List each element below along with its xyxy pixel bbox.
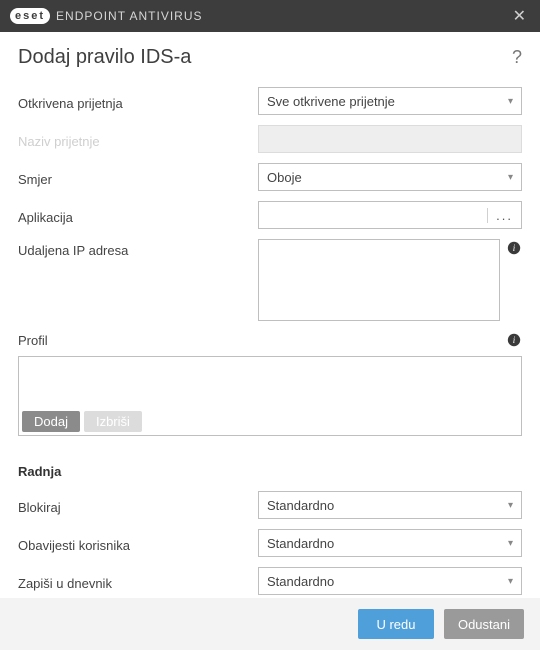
log-select[interactable]: Standardno ▾ <box>258 567 522 595</box>
remote-ip-label: Udaljena IP adresa <box>18 239 258 258</box>
notify-select-value: Standardno <box>267 536 334 551</box>
block-select[interactable]: Standardno ▾ <box>258 491 522 519</box>
titlebar: eset ENDPOINT ANTIVIRUS ✕ <box>0 0 540 32</box>
direction-select[interactable]: Oboje ▾ <box>258 163 522 191</box>
block-label: Blokiraj <box>18 496 258 515</box>
info-icon[interactable]: i <box>506 239 522 321</box>
profile-label: Profil <box>18 333 506 348</box>
dialog-content: Dodaj pravilo IDS-a ? Otkrivena prijetnj… <box>0 32 540 595</box>
threat-select-value: Sve otkrivene prijetnje <box>267 94 395 109</box>
cancel-button[interactable]: Odustani <box>444 609 524 639</box>
app-name: ENDPOINT ANTIVIRUS <box>56 9 202 23</box>
application-input[interactable]: ... <box>258 201 522 229</box>
chevron-down-icon: ▾ <box>508 500 513 511</box>
notify-label: Obavijesti korisnika <box>18 534 258 553</box>
brand-logo: eset ENDPOINT ANTIVIRUS <box>10 8 203 24</box>
action-section-title: Radnja <box>18 464 522 479</box>
profile-add-button[interactable]: Dodaj <box>22 411 80 432</box>
chevron-down-icon: ▾ <box>508 172 513 183</box>
info-icon[interactable]: i <box>506 331 522 350</box>
block-select-value: Standardno <box>267 498 334 513</box>
threat-select[interactable]: Sve otkrivene prijetnje ▾ <box>258 87 522 115</box>
direction-label: Smjer <box>18 168 258 187</box>
chevron-down-icon: ▾ <box>508 538 513 549</box>
profile-listbox[interactable]: Dodaj Izbriši <box>18 356 522 436</box>
help-icon[interactable]: ? <box>512 47 522 68</box>
page-title: Dodaj pravilo IDS-a <box>18 46 512 69</box>
close-icon[interactable]: ✕ <box>509 6 530 26</box>
ok-button[interactable]: U redu <box>358 609 434 639</box>
application-label: Aplikacija <box>18 206 258 225</box>
application-browse-button[interactable]: ... <box>487 208 513 223</box>
log-select-value: Standardno <box>267 574 334 589</box>
log-label: Zapiši u dnevnik <box>18 572 258 591</box>
threat-label: Otkrivena prijetnja <box>18 92 258 111</box>
dialog-footer: U redu Odustani <box>0 598 540 650</box>
remote-ip-textarea[interactable] <box>258 239 500 321</box>
profile-delete-button: Izbriši <box>84 411 142 432</box>
threat-name-label: Naziv prijetnje <box>18 130 258 149</box>
chevron-down-icon: ▾ <box>508 96 513 107</box>
direction-select-value: Oboje <box>267 170 302 185</box>
chevron-down-icon: ▾ <box>508 576 513 587</box>
brand-logo-text: eset <box>10 8 50 24</box>
notify-select[interactable]: Standardno ▾ <box>258 529 522 557</box>
threat-name-input <box>258 125 522 153</box>
